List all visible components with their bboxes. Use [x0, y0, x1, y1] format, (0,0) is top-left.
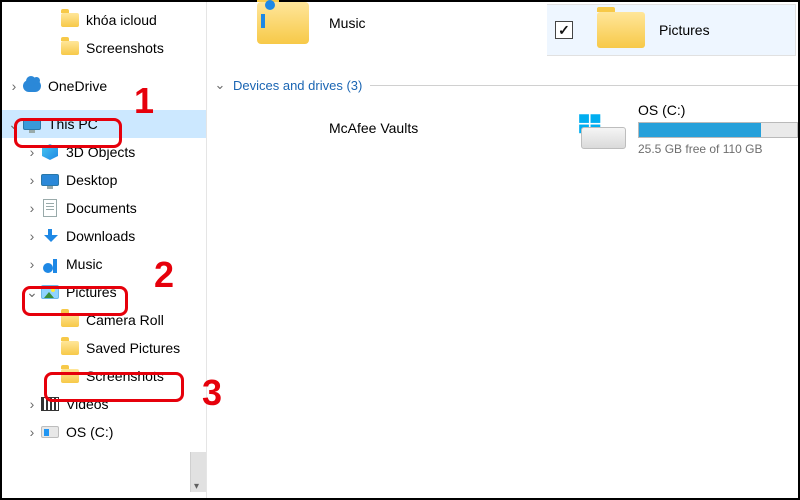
- tree-label: Music: [66, 256, 103, 272]
- pictures-icon: [40, 282, 60, 302]
- pictures-folder-icon: [597, 12, 645, 48]
- nav-tree: khóa icloud Screenshots › OneDrive ⌄ Thi…: [2, 2, 207, 498]
- spacer: [44, 340, 60, 356]
- item-mcafee-vaults[interactable]: McAfee Vaults: [257, 102, 418, 154]
- tree-onedrive[interactable]: › OneDrive: [2, 72, 206, 100]
- chevron-right-icon: ›: [24, 200, 40, 216]
- folder-icon: [60, 10, 80, 30]
- tree-this-pc[interactable]: ⌄ This PC: [2, 110, 206, 138]
- details-pane-item[interactable]: ✓ Pictures: [547, 4, 796, 56]
- tree-label: Screenshots: [86, 368, 164, 384]
- section-divider: [370, 85, 798, 86]
- check-icon: ✓: [558, 22, 570, 39]
- section-devices-drives[interactable]: ⌄ Devices and drives (3): [213, 77, 798, 93]
- 3d-objects-icon: [40, 142, 60, 162]
- item-label: Music: [329, 15, 366, 31]
- folder-item-music[interactable]: Music: [257, 2, 366, 44]
- tree-label: Documents: [66, 200, 137, 216]
- music-icon: [40, 254, 60, 274]
- item-os-drive[interactable]: OS (C:) 25.5 GB free of 110 GB: [577, 102, 798, 156]
- spacer: [44, 312, 60, 328]
- section-title: Devices and drives (3): [233, 78, 362, 93]
- documents-icon: [40, 198, 60, 218]
- content-pane: ✓ Pictures Music ⌄ Devices and drives (3…: [207, 2, 798, 498]
- chevron-right-icon: ›: [24, 172, 40, 188]
- details-label: Pictures: [659, 22, 710, 38]
- chevron-right-icon: ›: [24, 424, 40, 440]
- tree-videos[interactable]: › Videos: [2, 390, 206, 418]
- music-folder-icon: [257, 2, 309, 44]
- tree-label: Downloads: [66, 228, 135, 244]
- folder-icon: [60, 338, 80, 358]
- drive-icon: [40, 422, 60, 442]
- tree-khoa-icloud[interactable]: khóa icloud: [2, 6, 206, 34]
- sidebar-scrollbar[interactable]: [190, 452, 206, 492]
- tree-3d-objects[interactable]: › 3D Objects: [2, 138, 206, 166]
- tree-downloads[interactable]: › Downloads: [2, 222, 206, 250]
- chevron-right-icon: ›: [24, 396, 40, 412]
- tree-label: 3D Objects: [66, 144, 135, 160]
- tree-label: Pictures: [66, 284, 117, 300]
- tree-label: Camera Roll: [86, 312, 164, 328]
- tree-label: OneDrive: [48, 78, 107, 94]
- chevron-down-icon: ⌄: [6, 116, 22, 132]
- spacer: [44, 12, 60, 28]
- selection-checkbox[interactable]: ✓: [555, 21, 573, 39]
- chevron-right-icon: ›: [6, 78, 22, 94]
- tree-pictures[interactable]: ⌄ Pictures: [2, 278, 206, 306]
- tree-label: Screenshots: [86, 40, 164, 56]
- spacer: [44, 368, 60, 384]
- tree-label: khóa icloud: [86, 12, 157, 28]
- this-pc-icon: [22, 114, 42, 134]
- tree-documents[interactable]: › Documents: [2, 194, 206, 222]
- drive-capacity-bar: [638, 122, 798, 138]
- onedrive-icon: [22, 76, 42, 96]
- tree-desktop[interactable]: › Desktop: [2, 166, 206, 194]
- drive-icon: [577, 109, 626, 149]
- videos-icon: [40, 394, 60, 414]
- tree-label: Desktop: [66, 172, 117, 188]
- tree-screenshots-quick[interactable]: Screenshots: [2, 34, 206, 62]
- mcafee-shield-icon: [257, 102, 309, 154]
- chevron-down-icon: ⌄: [213, 77, 227, 93]
- folder-icon: [60, 38, 80, 58]
- drive-title: OS (C:): [638, 102, 798, 118]
- tree-label: Saved Pictures: [86, 340, 180, 356]
- tree-label: Videos: [66, 396, 109, 412]
- item-label: McAfee Vaults: [329, 120, 418, 136]
- desktop-icon: [40, 170, 60, 190]
- tree-label: OS (C:): [66, 424, 113, 440]
- chevron-right-icon: ›: [24, 144, 40, 160]
- tree-os-c[interactable]: › OS (C:): [2, 418, 206, 446]
- folder-icon: [60, 310, 80, 330]
- tree-label: This PC: [48, 116, 98, 132]
- drive-free-text: 25.5 GB free of 110 GB: [638, 142, 798, 156]
- tree-music[interactable]: › Music: [2, 250, 206, 278]
- folder-icon: [60, 366, 80, 386]
- chevron-right-icon: ›: [24, 228, 40, 244]
- chevron-down-icon: ⌄: [24, 284, 40, 300]
- chevron-right-icon: ›: [24, 256, 40, 272]
- tree-saved-pictures[interactable]: Saved Pictures: [2, 334, 206, 362]
- tree-screenshots[interactable]: Screenshots: [2, 362, 206, 390]
- tree-camera-roll[interactable]: Camera Roll: [2, 306, 206, 334]
- downloads-icon: [40, 226, 60, 246]
- spacer: [44, 40, 60, 56]
